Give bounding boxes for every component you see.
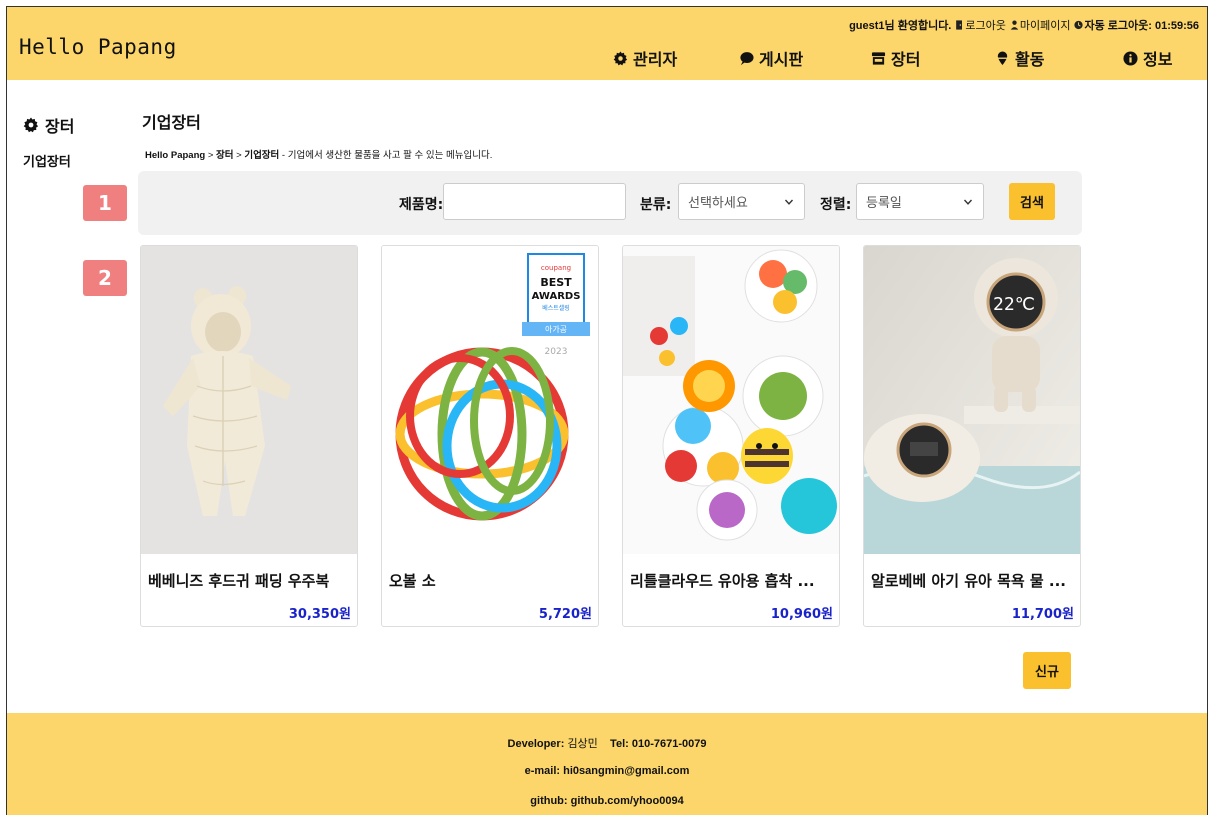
tel-number: 010-7671-0079: [631, 738, 707, 750]
footer: Developer: 김상민 Tel: 010-7671-0079 e-mail…: [7, 713, 1207, 815]
category-select[interactable]: 선택하세요: [678, 183, 805, 220]
product-name[interactable]: 리틀클라우드 유아용 흡착 ...: [630, 570, 834, 591]
mypage-label: 마이페이지: [1019, 20, 1071, 32]
nav-market-label: 장터: [891, 50, 921, 69]
chevron-down-icon: [784, 199, 794, 205]
github-label: github:: [530, 795, 568, 807]
breadcrumb-separator: >: [205, 150, 217, 161]
chevron-down-icon: [963, 199, 973, 205]
email-label: e-mail:: [524, 765, 561, 777]
gear-icon: [23, 117, 39, 133]
speech-bubble-icon: [740, 51, 754, 65]
footer-email-line: e-mail: hi0sangmin@gmail.com: [7, 765, 1207, 777]
email-link[interactable]: hi0sangmin@gmail.com: [563, 765, 689, 777]
award-line1: BEST: [540, 276, 572, 289]
product-name[interactable]: 베베니즈 후드귀 패딩 우주복: [148, 570, 352, 591]
tel-label: Tel:: [610, 738, 629, 750]
annotation-marker-2: 2: [83, 260, 127, 296]
category-select-value: 선택하세요: [688, 196, 748, 211]
product-card[interactable]: coupang BEST AWARDS 베스트셀링 아가공 2023 오볼 소 …: [381, 245, 599, 627]
annotation-marker-1: 1: [83, 185, 127, 221]
product-name-input[interactable]: [443, 183, 626, 220]
welcome-label: guest1님 환영합니다.: [849, 20, 952, 32]
nav-info[interactable]: 정보: [1123, 46, 1172, 70]
location-pin-icon: [996, 50, 1009, 65]
footer-developer-line: Developer: 김상민 Tel: 010-7671-0079: [7, 735, 1207, 751]
user-icon: [1010, 20, 1019, 30]
award-year: 2023: [545, 347, 568, 357]
product-name-label: 제품명:: [399, 197, 444, 213]
github-link[interactable]: github.com/yhoo0094: [571, 795, 684, 807]
nav-admin-label: 관리자: [633, 50, 678, 69]
breadcrumb-description: - 기업에서 생산한 물품을 사고 팔 수 있는 메뉴입니다.: [279, 150, 493, 161]
nav-activity[interactable]: 활동: [995, 46, 1044, 70]
nav-market[interactable]: 장터: [871, 46, 920, 70]
award-line2: AWARDS: [532, 291, 581, 302]
product-card[interactable]: 22℃ 알로베베 아기 유아 목욕 물 ... 11,700원: [863, 245, 1081, 627]
app-frame: Hello Papang guest1님 환영합니다. 로그아웃 마이페이지 자…: [6, 6, 1208, 815]
sort-label: 정렬:: [820, 197, 852, 213]
main-nav: 관리자 게시판 장터 활동 정보: [607, 46, 1207, 70]
breadcrumb-section[interactable]: 장터: [216, 150, 233, 161]
product-image-suction-spinner[interactable]: [623, 246, 839, 554]
sidebar-title: 장터: [23, 113, 74, 137]
nav-activity-label: 활동: [1015, 50, 1045, 69]
user-bar: guest1님 환영합니다. 로그아웃 마이페이지 자동 로그아웃: 01:59…: [849, 17, 1199, 33]
product-price: 30,350원: [288, 607, 351, 622]
nav-board-label: 게시판: [759, 50, 804, 69]
logout-link[interactable]: 로그아웃: [955, 17, 1006, 33]
product-price: 10,960원: [770, 607, 833, 622]
auto-logout-label: 자동 로그아웃: 01:59:56: [1084, 20, 1199, 32]
sidebar-title-label: 장터: [45, 117, 75, 136]
nav-info-label: 정보: [1143, 50, 1173, 69]
category-label: 분류:: [640, 197, 672, 213]
nav-board[interactable]: 게시판: [739, 46, 803, 70]
site-logo[interactable]: Hello Papang: [19, 35, 177, 59]
breadcrumb: Hello Papang > 장터 > 기업장터 - 기업에서 생산한 물품을 …: [145, 147, 492, 161]
product-image-bath-thermometer[interactable]: 22℃: [864, 246, 1080, 554]
clock-icon: [1074, 20, 1084, 30]
product-image-oball[interactable]: coupang BEST AWARDS 베스트셀링 아가공 2023: [382, 246, 598, 554]
breadcrumb-root[interactable]: Hello Papang: [145, 150, 205, 161]
store-icon: [871, 51, 886, 65]
header: Hello Papang guest1님 환영합니다. 로그아웃 마이페이지 자…: [7, 7, 1207, 80]
info-icon: [1123, 50, 1138, 66]
page-title: 기업장터: [142, 113, 201, 132]
search-panel: 제품명: 분류: 선택하세요 정렬: 등록일 검색: [138, 171, 1082, 235]
footer-github-line: github: github.com/yhoo0094: [7, 795, 1207, 807]
product-card[interactable]: 리틀클라우드 유아용 흡착 ... 10,960원: [622, 245, 840, 627]
product-card[interactable]: 베베니즈 후드귀 패딩 우주복 30,350원: [140, 245, 358, 627]
breadcrumb-separator: >: [233, 150, 245, 161]
sort-select-value: 등록일: [866, 196, 902, 211]
thermo-reading: 22℃: [993, 294, 1035, 315]
new-product-button[interactable]: 신규: [1023, 652, 1071, 689]
product-name[interactable]: 알로베베 아기 유아 목욕 물 ...: [871, 570, 1075, 591]
search-button[interactable]: 검색: [1009, 183, 1055, 220]
product-price: 5,720원: [538, 607, 592, 622]
sidebar-item-corporate-market[interactable]: 기업장터: [23, 151, 71, 170]
breadcrumb-current: 기업장터: [244, 150, 280, 161]
award-line4: 아가공: [545, 324, 567, 334]
product-price: 11,700원: [1011, 607, 1074, 622]
sort-select[interactable]: 등록일: [856, 183, 984, 220]
product-image-padded-onesie[interactable]: [141, 246, 357, 554]
welcome-text: guest1님 환영합니다.: [849, 17, 951, 33]
developer-name: 김상민: [567, 738, 598, 750]
award-brand: coupang: [541, 264, 571, 272]
gear-icon: [613, 50, 628, 65]
door-icon: [956, 20, 963, 30]
product-name[interactable]: 오볼 소: [389, 570, 593, 591]
auto-logout-timer: 자동 로그아웃: 01:59:56: [1074, 17, 1199, 33]
nav-admin[interactable]: 관리자: [613, 46, 677, 70]
award-line3: 베스트셀링: [542, 304, 570, 312]
logout-label: 로그아웃: [965, 20, 1006, 32]
developer-label: Developer:: [507, 738, 565, 750]
mypage-link[interactable]: 마이페이지: [1010, 17, 1071, 33]
